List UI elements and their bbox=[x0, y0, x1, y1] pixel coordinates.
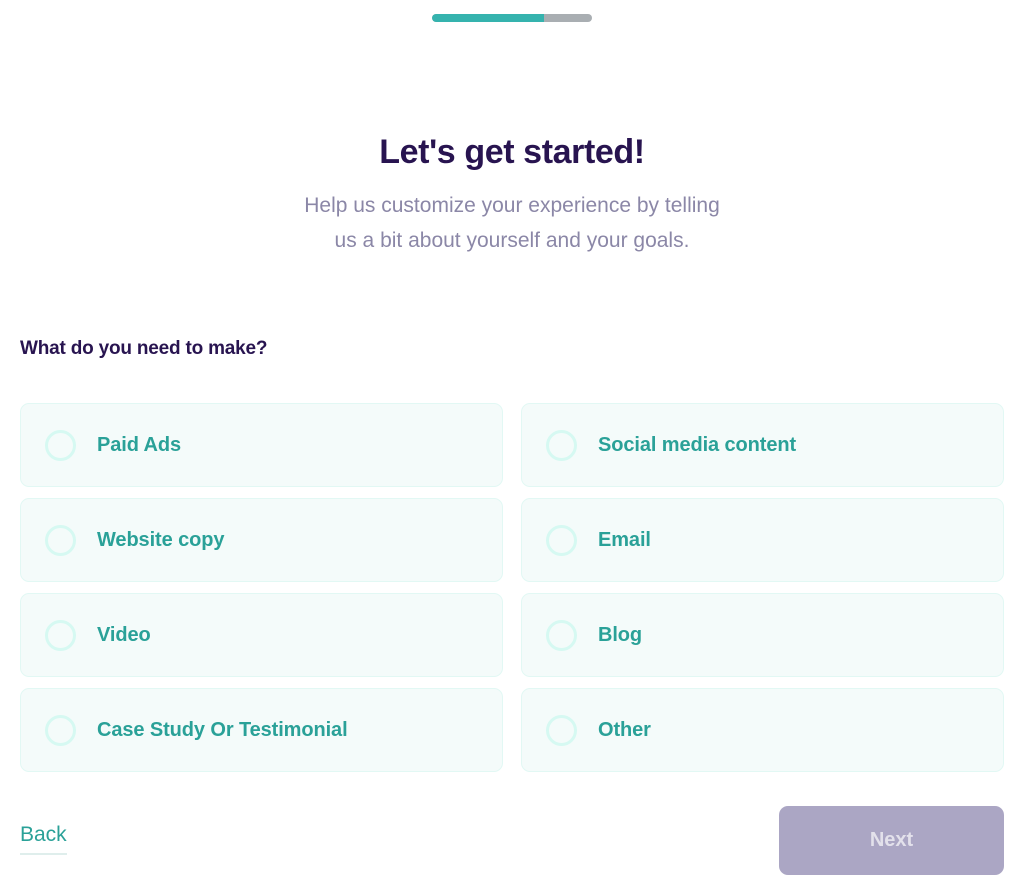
option-label: Video bbox=[97, 623, 151, 646]
option-card[interactable]: Email bbox=[521, 498, 1004, 582]
radio-icon[interactable] bbox=[546, 619, 577, 651]
option-label: Email bbox=[598, 528, 651, 551]
radio-icon[interactable] bbox=[45, 524, 76, 556]
option-label: Case Study Or Testimonial bbox=[97, 718, 348, 741]
page-subtitle: Help us customize your experience by tel… bbox=[0, 188, 1024, 258]
radio-icon[interactable] bbox=[546, 429, 577, 461]
radio-icon[interactable] bbox=[546, 524, 577, 556]
page-subtitle-line-2: us a bit about yourself and your goals. bbox=[334, 229, 690, 252]
back-link[interactable]: Back bbox=[20, 823, 67, 855]
option-card[interactable]: Social media content bbox=[521, 403, 1004, 487]
radio-icon[interactable] bbox=[45, 429, 76, 461]
heading-block: Let's get started! Help us customize you… bbox=[0, 130, 1024, 258]
option-label: Paid Ads bbox=[97, 433, 182, 456]
option-grid: Paid Ads Social media content Website copy… bbox=[20, 403, 1004, 772]
progress-fill bbox=[432, 14, 544, 22]
option-card[interactable]: Other bbox=[521, 688, 1004, 772]
option-card[interactable]: Website copy bbox=[20, 498, 503, 582]
progress-bar bbox=[0, 14, 1024, 22]
option-card[interactable]: Blog bbox=[521, 593, 1004, 677]
option-card[interactable]: Case Study Or Testimonial bbox=[20, 688, 503, 772]
radio-icon[interactable] bbox=[45, 714, 76, 746]
page-title: Let's get started! bbox=[379, 133, 645, 171]
radio-icon[interactable] bbox=[546, 714, 577, 746]
next-button[interactable]: Next bbox=[779, 806, 1004, 875]
option-label: Blog bbox=[598, 623, 643, 646]
option-label: Website copy bbox=[97, 528, 225, 551]
page-subtitle-line-1: Help us customize your experience by tel… bbox=[304, 194, 720, 217]
radio-icon[interactable] bbox=[45, 619, 76, 651]
option-label: Social media content bbox=[598, 433, 797, 456]
question-label: What do you need to make? bbox=[20, 338, 268, 359]
onboarding-page: Let's get started! Help us customize you… bbox=[0, 0, 1024, 891]
option-label: Other bbox=[598, 718, 651, 741]
option-card[interactable]: Paid Ads bbox=[20, 403, 503, 487]
option-card[interactable]: Video bbox=[20, 593, 503, 677]
progress-track bbox=[432, 14, 592, 22]
